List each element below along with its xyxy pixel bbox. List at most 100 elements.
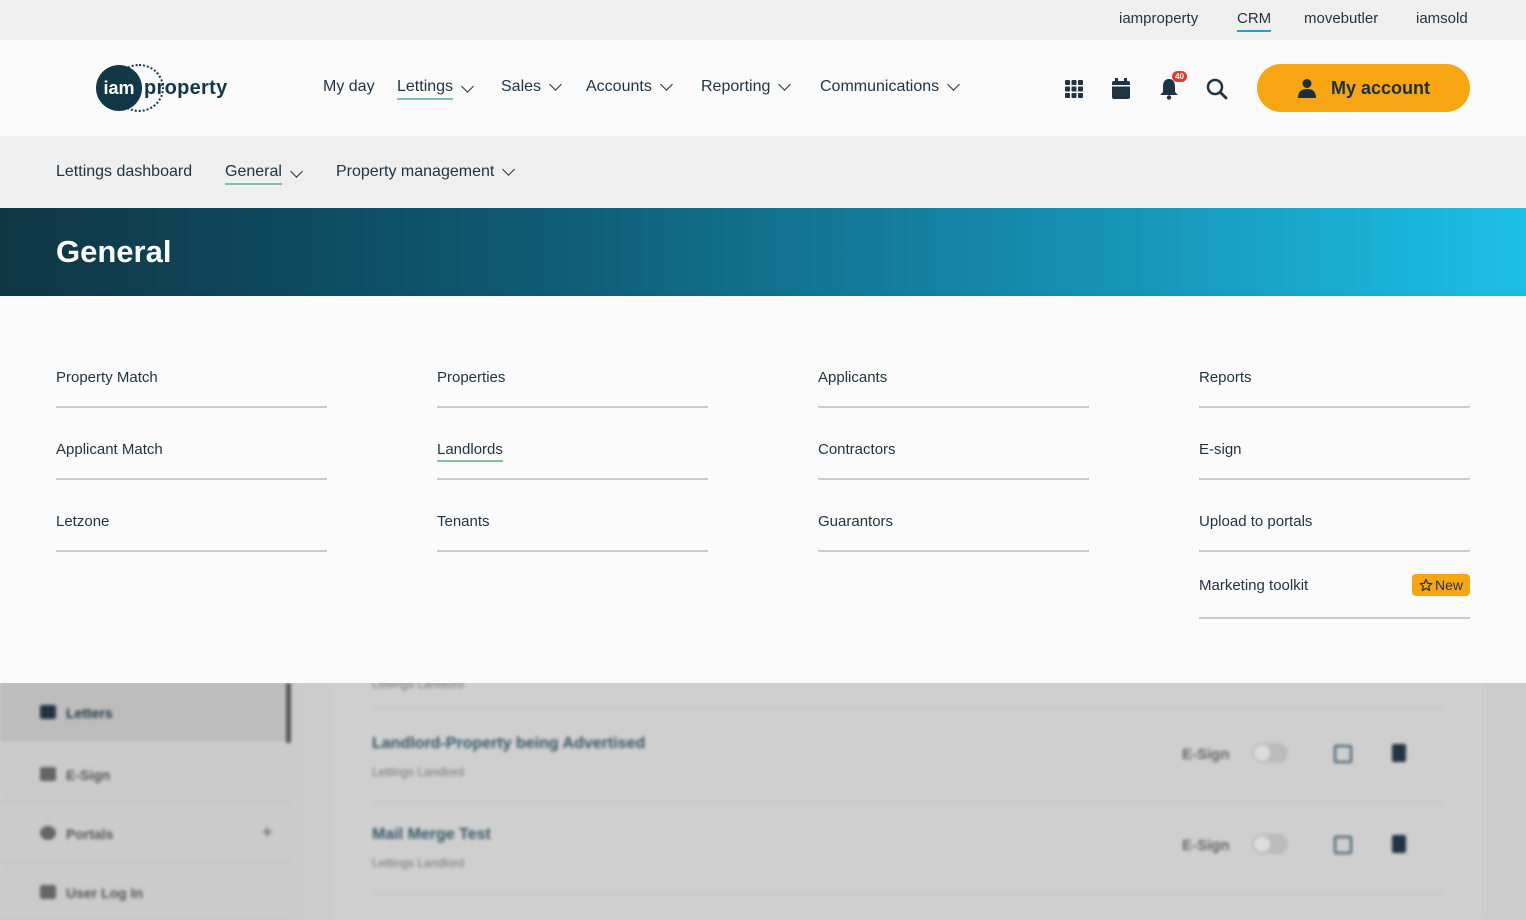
nav-lettings[interactable]: Lettings xyxy=(397,78,474,100)
sidebar-item-label: E-Sign xyxy=(66,767,111,783)
chevron-down-icon xyxy=(549,78,562,91)
subnav-lettings-dashboard[interactable]: Lettings dashboard xyxy=(56,163,192,181)
calendar-icon[interactable] xyxy=(1109,77,1133,101)
menu-item-label: Landlords xyxy=(437,441,503,462)
letter-subtitle: Lettings Landlord xyxy=(372,765,465,779)
globe-icon xyxy=(40,826,56,840)
chevron-down-icon xyxy=(778,78,792,91)
menu-item-label: Marketing toolkit xyxy=(1199,577,1309,594)
search-icon[interactable] xyxy=(1205,77,1229,101)
new-badge: New xyxy=(1411,574,1470,596)
partial-row-subtitle: Lettings Landlord xyxy=(372,683,465,691)
esign-toggle[interactable] xyxy=(1252,834,1288,854)
topbar-link-iamsold[interactable]: iamsold xyxy=(1416,10,1468,27)
notification-count-badge: 40 xyxy=(1172,71,1187,82)
menu-item-label: Applicants xyxy=(818,369,888,386)
esign-label: E-Sign xyxy=(1182,746,1230,763)
notifications-bell-icon[interactable]: 40 xyxy=(1157,71,1187,101)
menu-item-label: Properties xyxy=(437,369,506,386)
subnav-general[interactable]: General xyxy=(225,163,303,185)
edit-icon[interactable] xyxy=(1334,836,1352,854)
chevron-down-icon xyxy=(659,78,673,91)
background-page-content: Letters E-Sign Portals + User Log In Let… xyxy=(0,683,1526,920)
subnav-lettings-dashboard-label: Lettings dashboard xyxy=(56,163,193,180)
nav-accounts-label: Accounts xyxy=(586,78,652,95)
subnav-general-label: General xyxy=(225,163,282,185)
section-banner: General xyxy=(0,208,1526,296)
topbar-link-iamproperty[interactable]: iamproperty xyxy=(1119,10,1198,27)
nav-accounts[interactable]: Accounts xyxy=(586,78,673,96)
logo-ring xyxy=(114,64,164,112)
plus-icon: + xyxy=(262,822,273,842)
sidebar-item-e-sign[interactable]: E-Sign xyxy=(0,745,290,803)
envelope-icon xyxy=(40,705,56,719)
menu-item-properties[interactable]: Properties xyxy=(437,352,708,408)
menu-item-label: Reports xyxy=(1199,369,1252,386)
nav-communications[interactable]: Communications xyxy=(820,78,961,96)
menu-item-applicants[interactable]: Applicants xyxy=(818,352,1089,408)
menu-item-reports[interactable]: Reports xyxy=(1199,352,1470,408)
letter-title: Mail Merge Test xyxy=(372,826,491,843)
row-divider xyxy=(372,707,1444,708)
nav-my-day[interactable]: My day xyxy=(323,78,375,96)
esign-toggle[interactable] xyxy=(1252,743,1288,763)
menu-item-letzone[interactable]: Letzone xyxy=(56,496,327,552)
letter-row[interactable]: Landlord-Property being Advertised Letti… xyxy=(372,713,1444,803)
shield-icon xyxy=(40,885,56,899)
banner-title: General xyxy=(56,234,172,269)
menu-item-label: Property Match xyxy=(56,369,158,386)
blurred-layer: Letters E-Sign Portals + User Log In Let… xyxy=(0,683,1526,920)
menu-item-marketing-toolkit[interactable]: Marketing toolkit New xyxy=(1199,562,1470,619)
sidebar-item-label: User Log In xyxy=(66,885,144,901)
menu-item-guarantors[interactable]: Guarantors xyxy=(818,496,1089,552)
chevron-down-icon xyxy=(290,165,303,178)
user-icon xyxy=(1297,79,1316,98)
menu-item-label: Upload to portals xyxy=(1199,513,1313,530)
letter-row[interactable]: Mail Merge Test Lettings Landlord E-Sign xyxy=(372,804,1444,894)
menu-item-e-sign[interactable]: E-sign xyxy=(1199,424,1470,480)
sub-navigation: Lettings dashboard General Property mana… xyxy=(0,136,1526,208)
subnav-property-management-label: Property management xyxy=(336,163,495,180)
apps-grid-icon[interactable] xyxy=(1062,77,1086,101)
menu-item-label: Contractors xyxy=(818,441,896,458)
trash-icon[interactable] xyxy=(1392,744,1406,762)
menu-item-contractors[interactable]: Contractors xyxy=(818,424,1089,480)
nav-my-day-label: My day xyxy=(323,78,375,95)
letter-subtitle: Lettings Landlord xyxy=(372,856,465,870)
subnav-property-management[interactable]: Property management xyxy=(336,163,516,181)
menu-item-tenants[interactable]: Tenants xyxy=(437,496,708,552)
sidebar-item-letters[interactable]: Letters xyxy=(0,683,290,741)
menu-item-property-match[interactable]: Property Match xyxy=(56,352,327,408)
nav-communications-label: Communications xyxy=(820,78,940,95)
my-account-button[interactable]: My account xyxy=(1257,64,1470,112)
iamproperty-logo[interactable]: iam property xyxy=(96,64,228,112)
nav-sales[interactable]: Sales xyxy=(501,78,562,96)
menu-item-label: Guarantors xyxy=(818,513,894,530)
sidebar-scrollbar[interactable] xyxy=(286,683,291,743)
topbar-link-crm[interactable]: CRM xyxy=(1237,10,1272,32)
chevron-down-icon xyxy=(502,163,516,176)
trash-icon[interactable] xyxy=(1392,835,1406,853)
sidebar-item-portals[interactable]: Portals + xyxy=(0,804,290,862)
chevron-down-icon xyxy=(461,80,474,93)
nav-reporting-label: Reporting xyxy=(701,78,771,95)
menu-item-upload-to-portals[interactable]: Upload to portals xyxy=(1199,496,1470,552)
menu-item-label: Applicant Match xyxy=(56,441,163,458)
main-navigation: iam property My day Lettings Sales Accou… xyxy=(0,40,1526,136)
nav-lettings-label: Lettings xyxy=(397,78,454,100)
edit-icon[interactable] xyxy=(1334,745,1352,763)
sparkle-star-icon xyxy=(1419,578,1433,592)
chevron-down-icon xyxy=(947,78,961,91)
general-dropdown-menu: Property Match Applicant Match Letzone P… xyxy=(0,296,1526,683)
letters-list: Lettings Landlord Landlord-Property bein… xyxy=(334,683,1484,920)
settings-sidebar: Letters E-Sign Portals + User Log In xyxy=(0,683,300,920)
sidebar-item-user-log-in[interactable]: User Log In xyxy=(0,863,290,920)
nav-reporting[interactable]: Reporting xyxy=(701,78,792,96)
menu-item-label: Letzone xyxy=(56,513,110,530)
topbar-link-movebutler[interactable]: movebutler xyxy=(1304,10,1378,27)
menu-item-landlords[interactable]: Landlords xyxy=(437,424,708,480)
menu-item-label: E-sign xyxy=(1199,441,1242,458)
menu-item-applicant-match[interactable]: Applicant Match xyxy=(56,424,327,480)
sidebar-item-label: Letters xyxy=(66,705,113,721)
menu-item-label: Tenants xyxy=(437,513,490,530)
